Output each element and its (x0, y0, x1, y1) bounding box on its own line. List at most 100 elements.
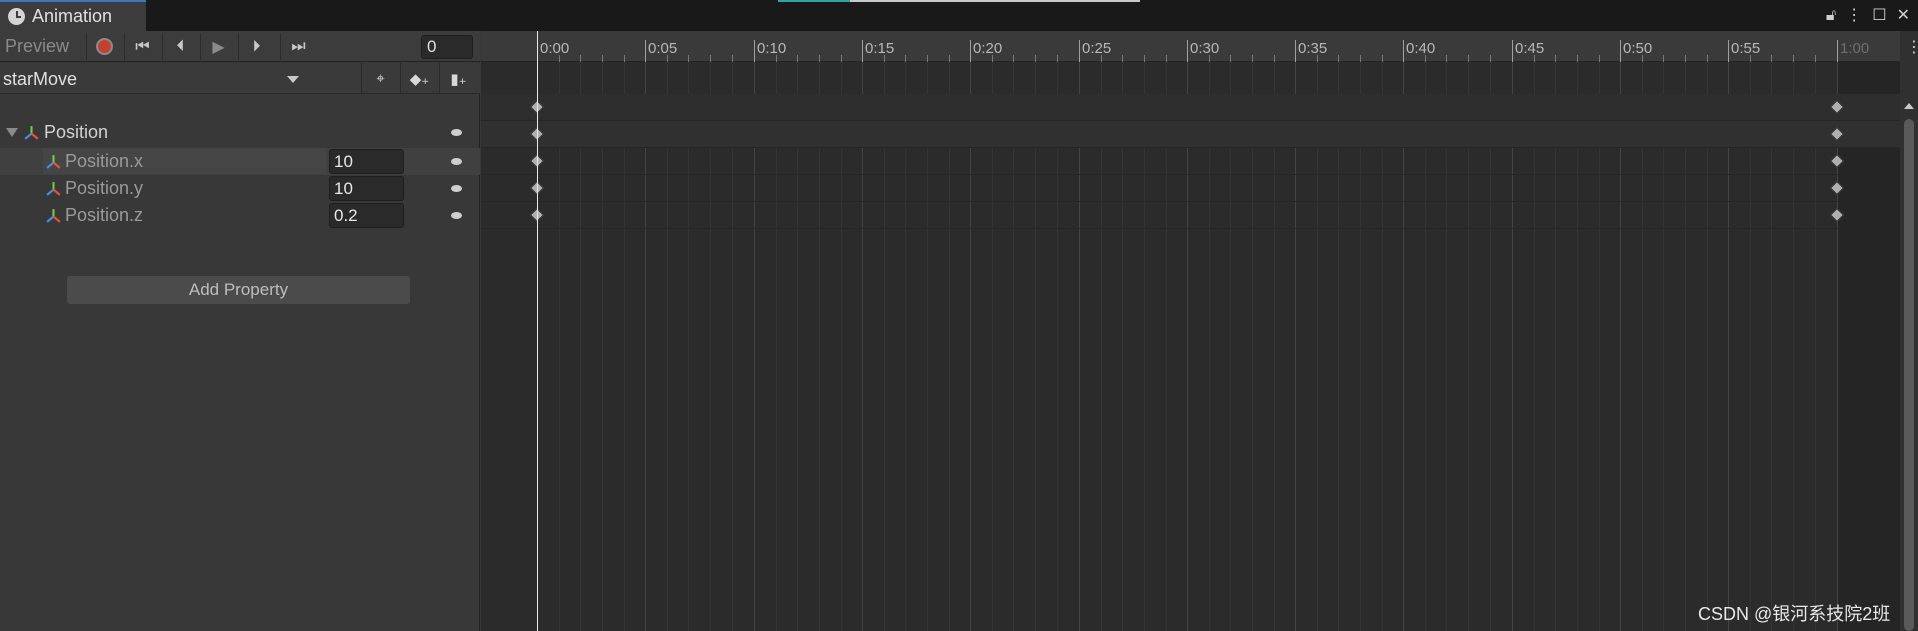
ruler-label: 0:35 (1298, 40, 1328, 57)
ruler-major-tick (1837, 40, 1838, 62)
scroll-thumb[interactable] (1904, 119, 1914, 631)
ruler-minor-tick (1750, 55, 1751, 62)
lock-icon[interactable]: 🔓︎ (1826, 0, 1836, 31)
ruler-minor-tick (1577, 55, 1578, 62)
maximize-icon[interactable]: ☐ (1872, 0, 1886, 31)
window-controls: 🔓︎ ⋮ ☐ ✕ (1826, 0, 1918, 31)
ruler-label: 0:25 (1082, 40, 1112, 57)
expand-triangle-icon[interactable] (6, 128, 18, 137)
ruler-label: 0:40 (1406, 40, 1436, 57)
more-icon[interactable]: ⋮ (1846, 0, 1862, 31)
ruler-minor-tick (1274, 55, 1275, 62)
property-value-field[interactable]: 10 (329, 149, 404, 174)
property-row-position-z[interactable]: Position.z 0.2 (0, 202, 480, 229)
position-z-track[interactable] (481, 202, 1900, 229)
frame-input[interactable]: 0 (421, 35, 473, 59)
transform-axis-icon (46, 209, 61, 223)
property-label: Position.z (65, 205, 144, 225)
play-button[interactable]: ▶ (200, 33, 236, 60)
ruler-major-tick (1295, 40, 1296, 62)
playhead[interactable] (537, 31, 538, 631)
preview-button[interactable]: Preview (5, 36, 69, 57)
crosshair-icon: ⌖ (376, 70, 385, 87)
ruler-major-tick (970, 40, 971, 62)
property-options-icon[interactable] (451, 212, 462, 219)
property-options-icon[interactable] (451, 158, 462, 165)
add-keyframe-icon: ◆₊ (409, 70, 430, 88)
last-key-button[interactable]: ⏭ (280, 33, 316, 60)
ruler-minor-tick (559, 55, 560, 62)
transform-axis-icon (46, 182, 61, 196)
ruler-label: 0:30 (1190, 40, 1220, 57)
ruler-minor-tick (1338, 55, 1339, 62)
ruler-label: 0:05 (648, 40, 678, 57)
vertical-scrollbar[interactable]: ⋮ (1900, 31, 1918, 631)
first-key-button[interactable]: ⏮ (124, 33, 160, 60)
step-forward-icon: ⏵ (252, 37, 261, 55)
ruler-minor-tick (710, 55, 711, 62)
property-row-position[interactable]: Position (0, 119, 480, 146)
property-options-icon[interactable] (451, 185, 462, 192)
position-track[interactable] (481, 121, 1900, 148)
next-key-button[interactable]: ⏵ (238, 33, 274, 60)
ruler-minor-tick (819, 55, 820, 62)
transform-axis-icon (24, 126, 39, 140)
ruler-minor-tick (1468, 55, 1469, 62)
property-options-icon[interactable] (451, 129, 462, 136)
progress-indicator (778, 0, 850, 2)
window-divider (850, 0, 1140, 2)
skip-start-icon: ⏮ (135, 37, 150, 55)
ruler-major-tick (754, 40, 755, 62)
clock-icon (8, 8, 25, 25)
record-button[interactable] (86, 33, 122, 60)
clip-dropdown[interactable]: starMove (3, 69, 77, 90)
property-row-position-y[interactable]: Position.y 10 (0, 175, 480, 202)
ruler-minor-tick (1166, 55, 1167, 62)
skip-end-icon: ⏭ (291, 37, 306, 55)
ruler-label: 0:10 (757, 40, 787, 57)
ruler-minor-tick (1771, 55, 1772, 62)
scroll-up-icon[interactable] (1904, 103, 1914, 109)
clip-selector-row: starMove ⌖ ◆₊ ▮₊ (0, 63, 480, 94)
position-x-track[interactable] (481, 148, 1900, 175)
ruler-minor-tick (927, 55, 928, 62)
ruler-minor-tick (1317, 55, 1318, 62)
ruler-minor-tick (1793, 55, 1794, 62)
add-property-button[interactable]: Add Property (67, 276, 410, 304)
prev-key-button[interactable]: ⏴ (162, 33, 198, 60)
chevron-down-icon[interactable] (287, 76, 299, 83)
time-ruler[interactable]: 0:00 0:05 0:10 0:15 0:20 0:25 0:30 0:35 0:40 0:45… (481, 31, 1900, 62)
dopesheet-timeline[interactable]: 0:00 0:05 0:10 0:15 0:20 0:25 0:30 0:35 0:40 0:45… (481, 31, 1900, 631)
ruler-minor-tick (1057, 55, 1058, 62)
ruler-minor-tick (1534, 55, 1535, 62)
ruler-minor-tick (602, 55, 603, 62)
ruler-major-tick (1187, 40, 1188, 62)
summary-track[interactable] (481, 94, 1900, 121)
position-y-track[interactable] (481, 175, 1900, 202)
close-icon[interactable]: ✕ (1897, 0, 1910, 31)
ruler-minor-tick (1446, 55, 1447, 62)
filter-by-selection-button[interactable]: ⌖ (361, 63, 399, 94)
ruler-minor-tick (1101, 55, 1102, 62)
ruler-label: 0:15 (865, 40, 895, 57)
tab-title: Animation (32, 6, 113, 26)
ruler-minor-tick (1555, 55, 1556, 62)
ruler-major-tick (1512, 40, 1513, 62)
property-value-field[interactable]: 0.2 (329, 203, 404, 228)
add-event-button[interactable]: ▮₊ (439, 63, 477, 94)
property-value-field[interactable]: 10 (329, 176, 404, 201)
ruler-minor-tick (1815, 55, 1816, 62)
add-keyframe-button[interactable]: ◆₊ (400, 63, 438, 94)
ruler-minor-tick (1707, 55, 1708, 62)
property-row-position-x[interactable]: Position.x 10 (0, 148, 480, 175)
ruler-minor-tick (841, 55, 842, 62)
animation-tab[interactable]: Animation (0, 0, 146, 31)
ruler-minor-tick (1122, 55, 1123, 62)
ruler-minor-tick (1209, 55, 1210, 62)
more-icon[interactable]: ⋮ (1906, 37, 1918, 57)
ruler-major-tick (1403, 40, 1404, 62)
property-label: Position.x (65, 151, 144, 171)
property-panel: Preview ⏮ ⏴ ▶ ⏵ ⏭ 0 starMove ⌖ ◆₊ ▮₊ Pos… (0, 31, 480, 631)
ruler-minor-tick (1035, 55, 1036, 62)
ruler-minor-tick (776, 55, 777, 62)
